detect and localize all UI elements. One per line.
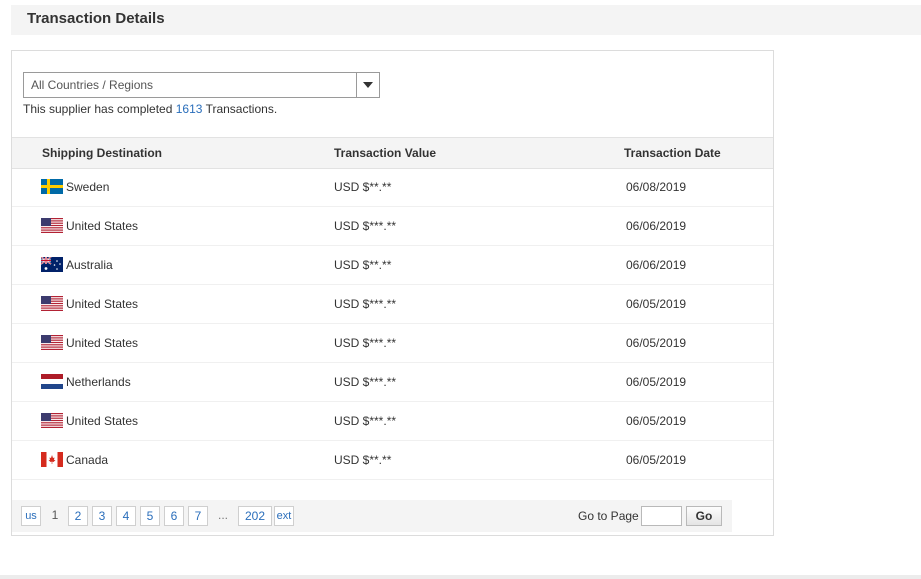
row-date: 06/05/2019 [626,453,687,467]
row-country: Australia [66,258,113,272]
row-date: 06/08/2019 [626,180,687,194]
pagination-ellipsis: ... [217,508,228,522]
australia-flag-icon [41,257,63,272]
row-date: 06/05/2019 [626,414,687,428]
country-region-select[interactable]: All Countries / Regions [23,72,380,98]
header-shipping-destination: Shipping Destination [42,146,162,160]
row-value: USD $***.** [334,336,397,350]
table-row: Canada USD $**.** 06/05/2019 [12,441,773,480]
table-row: United States USD $***.** 06/05/2019 [12,285,773,324]
header-transaction-value: Transaction Value [334,146,437,160]
row-date: 06/06/2019 [626,219,687,233]
transaction-count: 1613 [175,102,203,116]
table-row: United States USD $***.** 06/05/2019 [12,402,773,441]
page-link-2[interactable]: 2 [68,506,88,526]
us-flag-icon [41,218,63,233]
next-page-button[interactable]: ext [274,506,294,526]
dropdown-arrow-icon[interactable] [356,73,379,97]
row-value: USD $***.** [334,297,397,311]
select-value: All Countries / Regions [31,78,154,92]
row-date: 06/06/2019 [626,258,687,272]
row-value: USD $**.** [334,180,392,194]
us-flag-icon [41,335,63,350]
footer-divider [0,575,921,579]
row-value: USD $**.** [334,453,392,467]
row-country: United States [66,297,139,311]
header-transaction-date: Transaction Date [624,146,721,160]
row-country: Netherlands [66,375,131,389]
page-title: Transaction Details [27,10,165,27]
row-date: 06/05/2019 [626,336,687,350]
row-country: Canada [66,453,109,467]
pagination: us 1 2 3 4 5 6 7 ... 202 ext Go to Page … [12,500,732,532]
page-link-7[interactable]: 7 [188,506,208,526]
row-value: USD $***.** [334,375,397,389]
canada-flag-icon [41,452,63,467]
table-row: Sweden USD $**.** 06/08/2019 [12,168,773,207]
page-link-4[interactable]: 4 [116,506,136,526]
go-button[interactable]: Go [686,506,722,526]
prev-page-button[interactable]: us [21,506,41,526]
page-link-5[interactable]: 5 [140,506,160,526]
title-bar: Transaction Details [11,5,921,35]
table-row: United States USD $***.** 06/06/2019 [12,207,773,246]
table-row: Australia USD $**.** 06/06/2019 [12,246,773,285]
sweden-flag-icon [41,179,63,194]
row-date: 06/05/2019 [626,297,687,311]
summary-suffix: Transactions. [202,102,278,116]
table-row: United States USD $***.** 06/05/2019 [12,324,773,363]
netherlands-flag-icon [41,374,63,389]
table-body: Sweden USD $**.** 06/08/2019 United Stat… [12,168,773,480]
transactions-summary: This supplier has completed 1613 Transac… [23,102,277,116]
us-flag-icon [41,413,63,428]
current-page: 1 [51,508,59,522]
page-link-3[interactable]: 3 [92,506,112,526]
row-value: USD $**.** [334,258,392,272]
row-value: USD $***.** [334,219,397,233]
page-link-last[interactable]: 202 [238,506,272,526]
row-date: 06/05/2019 [626,375,687,389]
row-country: Sweden [66,180,110,194]
table-row: Netherlands USD $***.** 06/05/2019 [12,363,773,402]
us-flag-icon [41,296,63,311]
row-value: USD $***.** [334,414,397,428]
goto-page-input[interactable] [641,506,682,526]
row-country: United States [66,414,139,428]
row-country: United States [66,219,139,233]
row-country: United States [66,336,139,350]
page-link-6[interactable]: 6 [164,506,184,526]
summary-prefix: This supplier has completed [23,102,176,116]
goto-page-label: Go to Page [578,509,639,523]
transactions-panel: All Countries / Regions This supplier ha… [11,50,774,536]
table-header: Shipping Destination Transaction Value T… [12,137,773,169]
